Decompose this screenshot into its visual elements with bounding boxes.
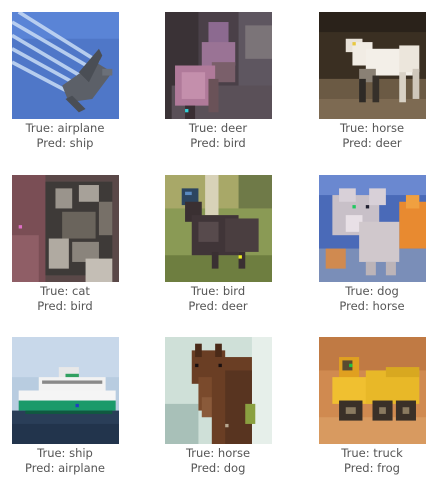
true-label: True: dog [345, 284, 399, 298]
true-label: True: airplane [25, 121, 105, 135]
pred-label: Pred: ship [36, 135, 94, 150]
horse-image [319, 12, 426, 119]
true-label: True: horse [339, 121, 405, 135]
pred-label: Pred: horse [339, 298, 405, 313]
true-label: True: horse [185, 446, 251, 460]
pred-label: Pred: dog [190, 460, 246, 475]
horse-image [165, 337, 272, 444]
pred-label: Pred: deer [188, 298, 248, 313]
dog-image [319, 175, 426, 282]
true-label: True: truck [341, 446, 403, 460]
ship-image [12, 337, 119, 444]
grid-cell-9: True: truck Pred: frog [319, 337, 426, 475]
grid-cell-1: True: airplane Pred: ship [12, 12, 119, 150]
grid-cell-8: True: horse Pred: dog [165, 337, 272, 475]
true-label: True: bird [190, 284, 246, 298]
grid-cell-5: True: bird Pred: deer [165, 175, 272, 313]
true-label: True: deer [188, 121, 248, 135]
pred-label: Pred: bird [190, 135, 246, 150]
pred-label: Pred: deer [342, 135, 402, 150]
grid-cell-3: True: horse Pred: deer [319, 12, 426, 150]
airplane-image [12, 12, 119, 119]
true-label: True: ship [37, 446, 93, 460]
truck-image [319, 337, 426, 444]
grid-cell-6: True: dog Pred: horse [319, 175, 426, 313]
cat-image [12, 175, 119, 282]
pred-label: Pred: airplane [25, 460, 105, 475]
pred-label: Pred: bird [37, 298, 93, 313]
grid-cell-7: True: ship Pred: airplane [12, 337, 119, 475]
pred-label: Pred: frog [344, 460, 400, 475]
grid-cell-4: True: cat Pred: bird [12, 175, 119, 313]
bird-image [165, 175, 272, 282]
true-label: True: cat [40, 284, 90, 298]
deer-image [165, 12, 272, 119]
grid-cell-2: True: deer Pred: bird [165, 12, 272, 150]
